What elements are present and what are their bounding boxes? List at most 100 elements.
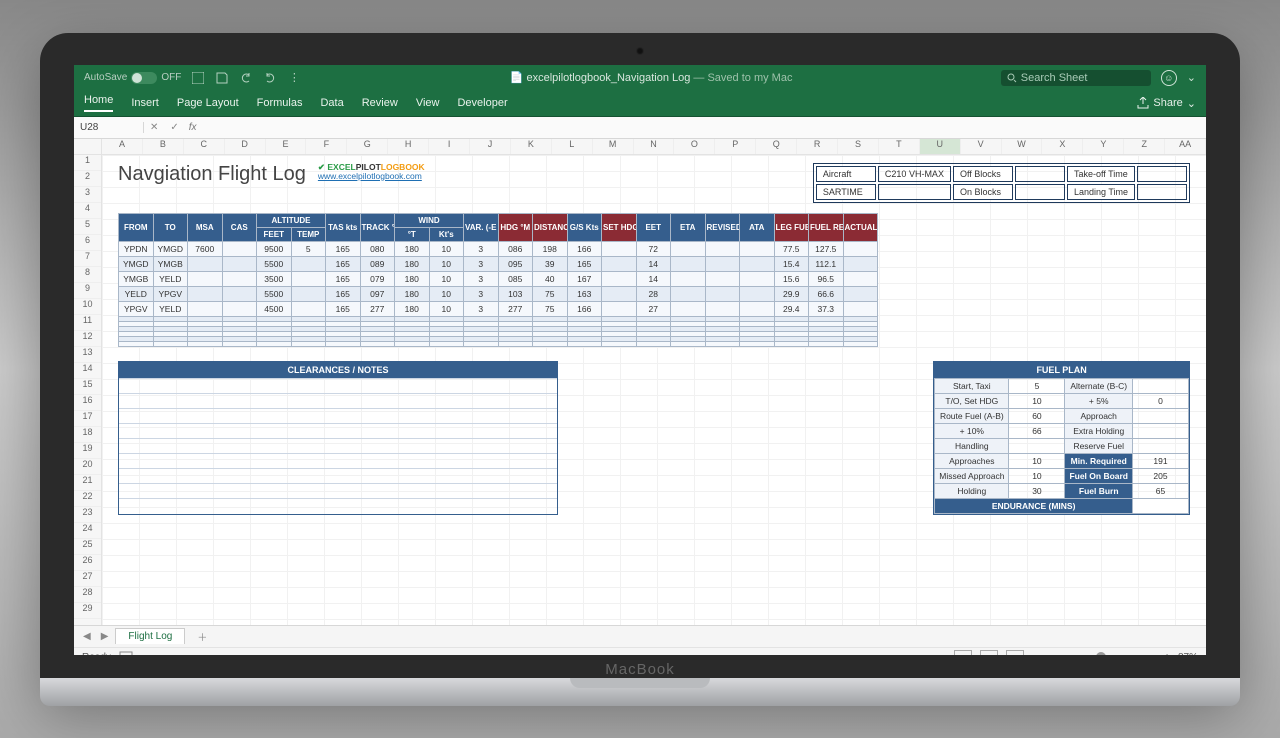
log-cell[interactable]: YMGD [153,241,188,256]
log-cell[interactable] [740,341,775,346]
log-cell[interactable]: 180 [395,256,430,271]
log-cell[interactable]: 10 [429,286,464,301]
redo-icon[interactable] [263,71,277,85]
log-cell[interactable] [705,271,740,286]
row-header[interactable]: 20 [74,459,101,475]
log-cell[interactable]: 165 [326,271,361,286]
log-cell[interactable]: 165 [326,301,361,316]
log-cell[interactable] [222,256,257,271]
log-cell[interactable]: YMGB [153,256,188,271]
log-cell[interactable]: 112.1 [809,256,844,271]
log-cell[interactable]: 095 [498,256,533,271]
row-header[interactable]: 24 [74,523,101,539]
col-header[interactable]: E [266,139,307,154]
tab-nav-next-icon[interactable]: ▶ [98,631,112,642]
col-header[interactable]: K [511,139,552,154]
log-cell[interactable] [602,256,637,271]
log-cell[interactable] [705,241,740,256]
add-sheet-button[interactable]: ＋ [189,629,215,644]
col-header[interactable]: Z [1124,139,1165,154]
row-header[interactable]: 12 [74,331,101,347]
log-cell[interactable]: 089 [360,256,395,271]
col-header[interactable]: M [593,139,634,154]
row-header[interactable]: 23 [74,507,101,523]
log-cell[interactable]: YMGD [119,256,154,271]
log-cell[interactable] [740,286,775,301]
log-cell[interactable]: 15.4 [774,256,809,271]
log-cell[interactable]: 96.5 [809,271,844,286]
log-cell[interactable]: 75 [533,286,568,301]
log-cell[interactable]: 180 [395,241,430,256]
log-cell[interactable] [740,241,775,256]
log-cell[interactable]: 3 [464,271,499,286]
logo-link[interactable]: www.excelpilotlogbook.com [318,171,422,181]
log-cell[interactable]: 180 [395,286,430,301]
log-cell[interactable]: 166 [567,241,602,256]
row-header[interactable]: 27 [74,571,101,587]
log-cell[interactable]: 165 [326,286,361,301]
share-button[interactable]: Share ⌄ [1137,97,1196,110]
row-header[interactable]: 29 [74,603,101,619]
log-cell[interactable]: 40 [533,271,568,286]
tab-view[interactable]: View [416,97,440,109]
log-cell[interactable]: YPDN [119,241,154,256]
log-cell[interactable]: YMGB [119,271,154,286]
log-cell[interactable] [705,301,740,316]
row-header[interactable]: 14 [74,363,101,379]
log-cell[interactable]: 163 [567,286,602,301]
log-cell[interactable] [222,271,257,286]
log-cell[interactable]: 39 [533,256,568,271]
select-all-corner[interactable] [74,139,102,154]
row-header[interactable]: 1 [74,155,101,171]
col-header[interactable]: B [143,139,184,154]
log-cell[interactable]: 14 [636,271,671,286]
col-header[interactable]: Q [756,139,797,154]
row-header[interactable]: 7 [74,251,101,267]
log-cell[interactable]: 77.5 [774,241,809,256]
log-cell[interactable] [636,341,671,346]
log-cell[interactable]: 28 [636,286,671,301]
zoom-out-icon[interactable]: − [1032,652,1038,655]
row-header[interactable]: 8 [74,267,101,283]
name-box[interactable]: U28 [74,122,144,133]
log-cell[interactable] [843,286,878,301]
log-cell[interactable] [602,301,637,316]
log-cell[interactable] [671,301,706,316]
row-header[interactable]: 13 [74,347,101,363]
log-cell[interactable]: 165 [326,256,361,271]
log-cell[interactable]: YPGV [153,286,188,301]
row-header[interactable]: 9 [74,283,101,299]
log-cell[interactable] [602,271,637,286]
log-cell[interactable]: 165 [567,256,602,271]
tab-home[interactable]: Home [84,94,113,112]
log-cell[interactable]: 9500 [257,241,292,256]
log-cell[interactable]: 10 [429,241,464,256]
log-cell[interactable] [602,286,637,301]
log-cell[interactable]: YPGV [119,301,154,316]
row-header[interactable]: 17 [74,411,101,427]
tab-page-layout[interactable]: Page Layout [177,97,239,109]
log-cell[interactable]: 3 [464,301,499,316]
log-cell[interactable] [188,341,223,346]
log-cell[interactable] [602,341,637,346]
save-icon[interactable] [215,71,229,85]
tab-formulas[interactable]: Formulas [257,97,303,109]
log-cell[interactable] [222,341,257,346]
col-header[interactable]: Y [1083,139,1124,154]
undo-icon[interactable] [239,71,253,85]
col-header[interactable]: T [879,139,920,154]
log-cell[interactable]: 29.9 [774,286,809,301]
log-cell[interactable] [291,271,326,286]
log-cell[interactable]: 5 [291,241,326,256]
log-cell[interactable] [671,241,706,256]
log-cell[interactable]: 277 [498,301,533,316]
log-cell[interactable] [533,341,568,346]
log-cell[interactable] [326,341,361,346]
feedback-icon[interactable]: ☺ [1161,70,1177,86]
log-cell[interactable] [671,341,706,346]
log-cell[interactable]: 10 [429,271,464,286]
log-cell[interactable] [567,341,602,346]
log-cell[interactable] [740,256,775,271]
log-cell[interactable] [291,341,326,346]
log-cell[interactable]: 72 [636,241,671,256]
